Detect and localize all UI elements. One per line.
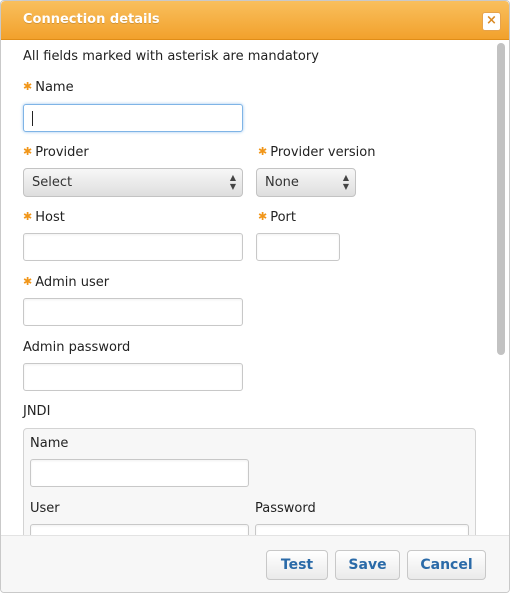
close-icon: × — [486, 13, 497, 28]
text-caret — [32, 111, 33, 126]
name-label-group: ✱ Name — [23, 80, 74, 95]
mandatory-note: All fields marked with asterisk are mand… — [23, 49, 319, 64]
required-icon: ✱ — [258, 145, 268, 158]
port-input[interactable] — [256, 233, 340, 261]
admin-password-input[interactable] — [23, 363, 243, 391]
required-icon: ✱ — [23, 210, 33, 223]
provider-label: Provider — [35, 145, 89, 160]
provider-selected-value: Select — [32, 175, 73, 190]
name-label: Name — [35, 80, 74, 95]
required-icon: ✱ — [23, 275, 33, 288]
required-icon: ✱ — [23, 80, 33, 93]
test-button[interactable]: Test — [266, 550, 328, 580]
dialog-footer: Test Save Cancel — [1, 535, 509, 592]
connection-details-dialog: Connection details × All fields marked w… — [0, 0, 510, 593]
host-input[interactable] — [23, 233, 243, 261]
provider-version-label: Provider version — [270, 145, 376, 160]
provider-version-label-group: ✱ Provider version — [258, 145, 376, 160]
jndi-section: Name User Password — [23, 428, 476, 535]
host-label: Host — [35, 210, 65, 225]
name-input[interactable] — [23, 104, 243, 132]
jndi-name-input[interactable] — [30, 459, 249, 487]
jndi-name-label: Name — [30, 436, 69, 451]
admin-user-input[interactable] — [23, 298, 243, 326]
close-button[interactable]: × — [482, 12, 501, 31]
admin-password-label: Admin password — [23, 340, 131, 355]
dialog-content: All fields marked with asterisk are mand… — [1, 40, 495, 535]
jndi-user-label: User — [30, 501, 60, 516]
vertical-scrollbar[interactable] — [497, 43, 505, 355]
jndi-password-input[interactable] — [255, 524, 469, 535]
cancel-button[interactable]: Cancel — [407, 550, 486, 580]
required-icon: ✱ — [258, 210, 268, 223]
port-label-group: ✱ Port — [258, 210, 296, 225]
provider-select[interactable]: Select ▲ ▼ — [23, 168, 243, 197]
required-icon: ✱ — [23, 145, 33, 158]
dialog-titlebar[interactable]: Connection details × — [1, 1, 509, 40]
jndi-password-label: Password — [255, 501, 316, 516]
port-label: Port — [270, 210, 296, 225]
jndi-section-title: JNDI — [23, 404, 51, 419]
host-label-group: ✱ Host — [23, 210, 65, 225]
select-arrows-icon: ▲ ▼ — [229, 173, 236, 191]
admin-user-label: Admin user — [35, 275, 110, 290]
jndi-user-input[interactable] — [30, 524, 249, 535]
dialog-title: Connection details — [23, 12, 160, 27]
save-button[interactable]: Save — [335, 550, 400, 580]
provider-version-select[interactable]: None ▲ ▼ — [256, 168, 356, 197]
admin-user-label-group: ✱ Admin user — [23, 275, 109, 290]
select-arrows-icon: ▲ ▼ — [342, 173, 349, 191]
provider-label-group: ✱ Provider — [23, 145, 89, 160]
provider-version-selected-value: None — [265, 175, 299, 190]
